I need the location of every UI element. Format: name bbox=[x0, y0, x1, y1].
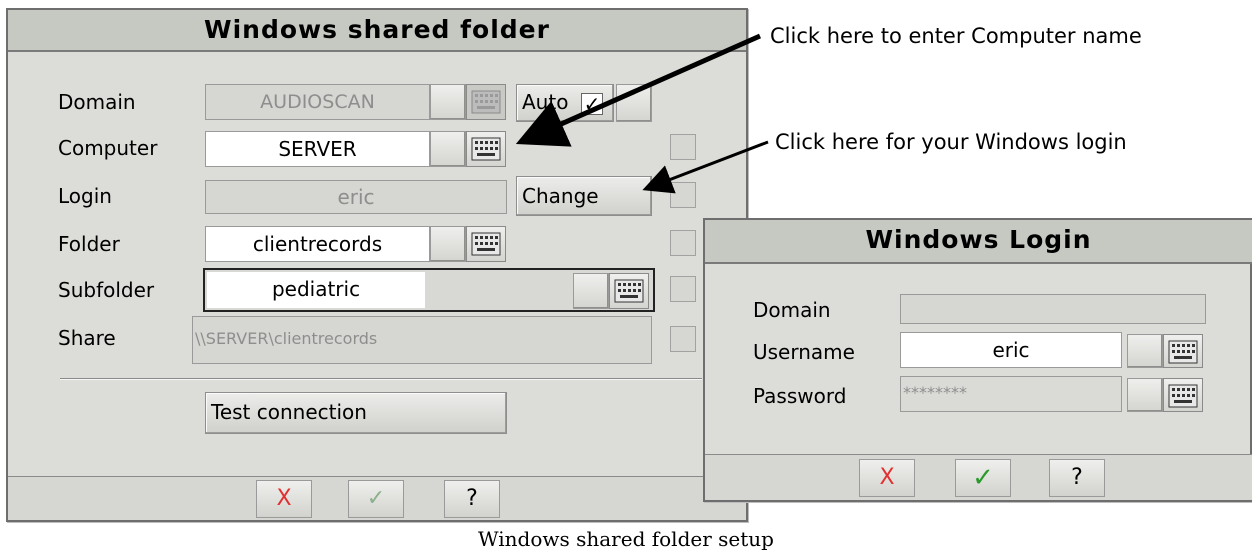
annotation-windows-login: Click here for your Windows login bbox=[775, 130, 1127, 154]
login-field: eric bbox=[205, 180, 507, 214]
login-domain-label: Domain bbox=[753, 298, 831, 322]
folder-field[interactable]: clientrecords bbox=[205, 226, 430, 262]
computer-field[interactable]: SERVER bbox=[205, 131, 430, 167]
username-clear-button[interactable] bbox=[1127, 334, 1163, 368]
dialog-footer: X ✓ ? bbox=[8, 476, 746, 520]
folder-label: Folder bbox=[58, 232, 120, 256]
domain-keyboard-button bbox=[466, 84, 506, 120]
login-label: Login bbox=[58, 184, 112, 208]
test-connection-button[interactable]: Test connection bbox=[205, 392, 507, 434]
subfolder-keyboard-button[interactable] bbox=[609, 273, 649, 309]
share-checkbox[interactable] bbox=[670, 326, 696, 352]
keyboard-icon bbox=[471, 137, 501, 161]
domain-label: Domain bbox=[58, 90, 136, 114]
login-help-button[interactable]: ? bbox=[1049, 459, 1105, 497]
windows-shared-folder-dialog: Windows shared folder Domain AUDIOSCAN A… bbox=[6, 8, 748, 522]
windows-login-dialog: Windows Login Domain Username eric Passw… bbox=[703, 218, 1252, 502]
computer-label: Computer bbox=[58, 136, 158, 160]
login-ok-button[interactable]: ✓ bbox=[955, 459, 1011, 497]
subfolder-checkbox[interactable] bbox=[670, 276, 696, 302]
separator bbox=[60, 378, 702, 380]
auto-checkbox[interactable]: ✓ bbox=[581, 93, 603, 115]
subfolder-clear-button[interactable] bbox=[573, 273, 609, 309]
cancel-button[interactable]: X bbox=[256, 480, 312, 518]
keyboard-icon bbox=[1168, 340, 1198, 364]
keyboard-icon bbox=[1168, 384, 1198, 408]
keyboard-icon bbox=[471, 232, 501, 256]
keyboard-icon bbox=[614, 279, 644, 303]
help-button[interactable]: ? bbox=[444, 480, 500, 518]
username-field[interactable]: eric bbox=[900, 332, 1122, 368]
computer-keyboard-button[interactable] bbox=[466, 131, 506, 167]
annotation-computer-name: Click here to enter Computer name bbox=[770, 24, 1142, 48]
login-dialog-footer: X ✓ ? bbox=[705, 454, 1252, 500]
auto-domain-toggle[interactable]: Auto ✓ bbox=[516, 84, 614, 122]
login-domain-field[interactable] bbox=[900, 294, 1206, 324]
dialog-title: Windows shared folder bbox=[8, 10, 746, 52]
folder-clear-button[interactable] bbox=[430, 226, 466, 262]
auto-extra-button[interactable] bbox=[616, 84, 652, 122]
computer-checkbox[interactable] bbox=[670, 134, 696, 160]
username-keyboard-button[interactable] bbox=[1163, 334, 1203, 368]
folder-keyboard-button[interactable] bbox=[466, 226, 506, 262]
password-label: Password bbox=[753, 384, 847, 408]
password-keyboard-button[interactable] bbox=[1163, 378, 1203, 412]
login-cancel-button[interactable]: X bbox=[859, 459, 915, 497]
auto-label: Auto bbox=[522, 90, 569, 114]
folder-checkbox[interactable] bbox=[670, 230, 696, 256]
share-label: Share bbox=[58, 326, 116, 350]
login-dialog-title: Windows Login bbox=[705, 220, 1252, 264]
domain-clear-button[interactable] bbox=[430, 84, 466, 120]
subfolder-value: pediatric bbox=[207, 272, 425, 308]
password-clear-button[interactable] bbox=[1127, 378, 1163, 412]
keyboard-icon-disabled bbox=[471, 90, 501, 114]
subfolder-field[interactable]: pediatric bbox=[203, 268, 655, 312]
share-path-field: \\SERVER\clientrecords bbox=[192, 316, 652, 364]
domain-field[interactable]: AUDIOSCAN bbox=[205, 84, 430, 120]
subfolder-label: Subfolder bbox=[58, 278, 155, 302]
computer-clear-button[interactable] bbox=[430, 131, 466, 167]
password-field[interactable]: ******** bbox=[900, 376, 1122, 412]
ok-button: ✓ bbox=[348, 480, 404, 518]
change-login-button[interactable]: Change bbox=[516, 176, 652, 216]
figure-caption: Windows shared folder setup bbox=[478, 527, 774, 551]
username-label: Username bbox=[753, 340, 855, 364]
login-checkbox[interactable] bbox=[670, 182, 696, 208]
